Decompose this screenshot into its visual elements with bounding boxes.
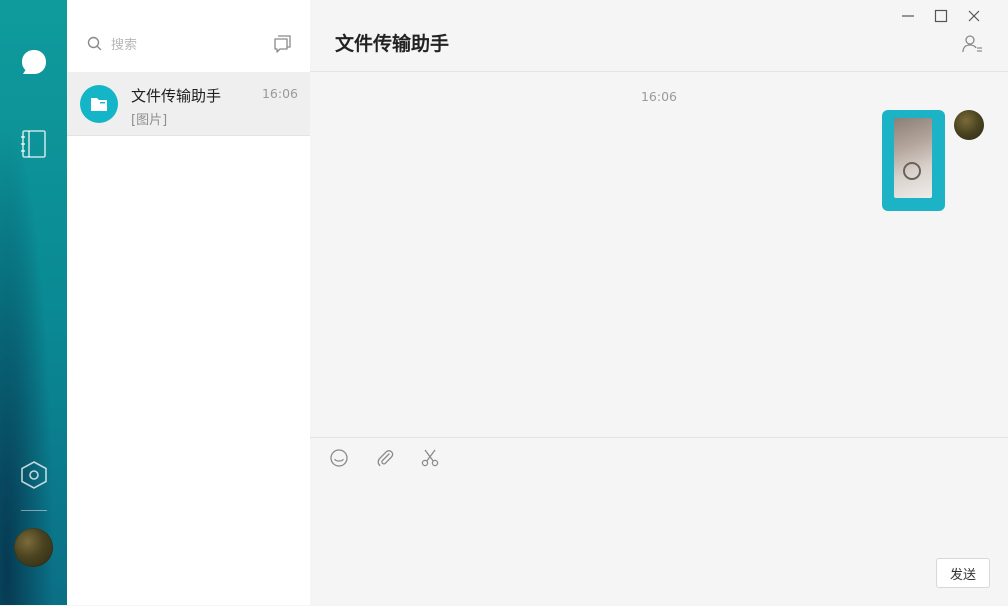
- address-book-icon: [20, 130, 46, 158]
- chat-bubble-icon: [21, 50, 46, 74]
- maximize-icon: [934, 9, 948, 23]
- folder-icon: [91, 98, 107, 111]
- minimize-button[interactable]: [899, 8, 917, 24]
- chat-main: 文件传输助手 16:06 发送: [310, 0, 1008, 606]
- paperclip-icon: [377, 450, 394, 467]
- new-chat-button[interactable]: [273, 33, 293, 57]
- scissors-icon: [421, 449, 439, 467]
- new-chat-icon: [274, 35, 291, 53]
- screenshot-button[interactable]: [420, 448, 440, 468]
- left-rail: [0, 0, 67, 605]
- conversation-preview: [图片]: [131, 113, 168, 128]
- contacts-nav-button[interactable]: [0, 129, 67, 159]
- conversation-time: 16:06: [261, 86, 298, 101]
- close-button[interactable]: [965, 8, 983, 24]
- image-message-bubble[interactable]: [882, 110, 945, 211]
- image-thumbnail[interactable]: [894, 118, 932, 198]
- search-input[interactable]: 搜索: [111, 34, 137, 53]
- conversation-avatar: [80, 85, 118, 123]
- attach-button[interactable]: [375, 448, 395, 468]
- close-icon: [968, 10, 980, 22]
- conversation-item[interactable]: 文件传输助手 16:06 [图片]: [67, 72, 310, 136]
- hexagon-settings-icon: [20, 461, 47, 489]
- search-bar[interactable]: 搜索: [87, 32, 277, 54]
- chat-info-button[interactable]: [962, 34, 984, 58]
- conversation-name: 文件传输助手: [131, 87, 222, 105]
- chat-nav-button[interactable]: [0, 48, 67, 76]
- chat-title: 文件传输助手: [335, 33, 450, 55]
- maximize-button[interactable]: [932, 8, 950, 24]
- sender-avatar[interactable]: [954, 110, 984, 140]
- emoji-button[interactable]: [329, 448, 349, 468]
- image-content: [903, 162, 921, 180]
- message-composer[interactable]: 发送: [310, 437, 1008, 606]
- conversation-list-panel: 搜索 文件传输助手 16:06 [图片]: [67, 0, 310, 605]
- minimize-icon: [902, 15, 914, 17]
- user-avatar[interactable]: [14, 528, 53, 567]
- search-icon: [87, 36, 102, 50]
- emoji-icon: [330, 449, 348, 467]
- chat-header: 文件传输助手: [310, 0, 1008, 72]
- message-timestamp: 16:06: [640, 89, 678, 104]
- contact-info-icon: [962, 35, 982, 53]
- settings-nav-button[interactable]: [0, 460, 67, 490]
- rail-divider: [21, 510, 47, 511]
- send-button[interactable]: 发送: [936, 558, 990, 588]
